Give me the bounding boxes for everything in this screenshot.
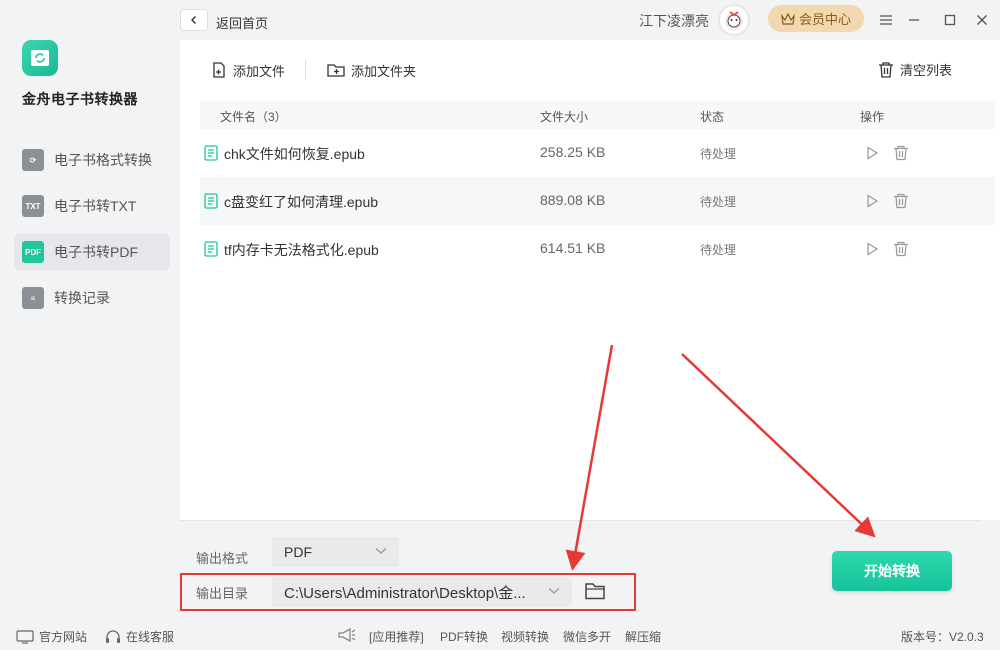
vip-label: 会员中心 <box>798 12 851 27</box>
add-file-icon <box>213 62 225 78</box>
sidebar-item-format-convert[interactable]: ⟳ 电子书格式转换 <box>14 142 170 178</box>
wechat-multi-link[interactable]: 微信多开 <box>563 628 611 645</box>
add-folder-icon <box>327 64 345 77</box>
add-folder-button[interactable]: 添加文件夹 <box>326 61 416 80</box>
sidebar-item-records[interactable]: ≡ 转换记录 <box>14 280 170 316</box>
clear-list-label: 清空列表 <box>900 63 953 78</box>
file-name: tf内存卡无法格式化.epub <box>224 242 379 258</box>
convert-icon: ⟳ <box>22 149 44 171</box>
file-status: 待处理 <box>700 195 737 209</box>
sidebar-item-label: 电子书转PDF <box>54 244 138 260</box>
output-dir-label: 输出目录 <box>196 586 249 601</box>
crown-icon <box>781 12 795 25</box>
file-size: 258.25 KB <box>540 144 606 160</box>
col-size: 文件大小 <box>540 110 589 124</box>
close-icon[interactable] <box>972 10 992 30</box>
sidebar-nav: ⟳ 电子书格式转换 TXT 电子书转TXT PDF 电子书转PDF ≡ 转换记录 <box>14 142 170 326</box>
add-file-button[interactable]: 添加文件 <box>210 61 285 80</box>
sidebar-item-label: 转换记录 <box>54 290 110 306</box>
sidebar-item-to-pdf[interactable]: PDF 电子书转PDF <box>14 234 170 270</box>
app-recommend-link[interactable]: [应用推荐] <box>369 628 424 645</box>
delete-icon[interactable] <box>893 241 909 257</box>
output-dir-select[interactable]: C:\Users\Administrator\Desktop\金... <box>272 577 572 607</box>
record-icon: ≡ <box>22 287 44 309</box>
toolbar-divider <box>305 60 307 80</box>
output-format-value: PDF <box>284 544 312 560</box>
add-file-label: 添加文件 <box>233 63 286 79</box>
unzip-link[interactable]: 解压缩 <box>625 628 661 645</box>
epub-file-icon <box>204 145 218 161</box>
epub-file-icon <box>204 241 218 257</box>
video-convert-link[interactable]: 视频转换 <box>501 628 549 645</box>
table-row[interactable]: tf内存卡无法格式化.epub 614.51 KB 待处理 <box>200 225 995 273</box>
monitor-icon <box>16 629 34 644</box>
chevron-down-icon <box>548 588 560 594</box>
delete-icon[interactable] <box>893 193 909 209</box>
file-name: c盘变红了如何清理.epub <box>224 194 379 210</box>
start-convert-button[interactable]: 开始转换 <box>832 551 952 591</box>
sidebar: 金舟电子书转换器 ⟳ 电子书格式转换 TXT 电子书转TXT PDF 电子书转P… <box>0 0 180 620</box>
play-icon[interactable] <box>865 146 879 160</box>
play-icon[interactable] <box>865 194 879 208</box>
back-button[interactable] <box>180 9 208 31</box>
version-label: 版本号：V2.0.3 <box>901 630 984 644</box>
add-folder-label: 添加文件夹 <box>351 63 417 79</box>
minimize-icon[interactable] <box>904 10 924 30</box>
chevron-down-icon <box>375 548 387 554</box>
support-label: 在线客服 <box>126 630 175 644</box>
sidebar-item-to-txt[interactable]: TXT 电子书转TXT <box>14 188 170 224</box>
play-icon[interactable] <box>865 242 879 256</box>
table-header: 文件名（3） 文件大小 状态 操作 <box>200 101 995 129</box>
pdf-icon: PDF <box>22 241 44 263</box>
col-actions: 操作 <box>860 110 885 124</box>
sidebar-item-label: 电子书格式转换 <box>54 152 152 168</box>
username: 江下凌漂亮 <box>639 13 709 29</box>
megaphone-icon <box>338 627 356 643</box>
folder-icon[interactable] <box>584 581 606 601</box>
file-name: chk文件如何恢复.epub <box>224 146 365 162</box>
website-label: 官方网站 <box>39 630 88 644</box>
table-row[interactable]: c盘变红了如何清理.epub 889.08 KB 待处理 <box>200 177 995 225</box>
output-format-label: 输出格式 <box>196 551 249 566</box>
avatar[interactable] <box>718 4 750 36</box>
file-size: 614.51 KB <box>540 240 606 256</box>
pdf-convert-link[interactable]: PDF转换 <box>440 628 488 645</box>
output-dir-value: C:\Users\Administrator\Desktop\金... <box>284 584 526 602</box>
titlebar: 返回首页 江下凌漂亮 会员中心 <box>180 0 1000 40</box>
col-name: 文件名（3） <box>220 110 287 124</box>
statusbar: 官方网站 在线客服 [应用推荐] PDF转换 视频转换 微信多开 解压缩 版本号… <box>0 620 1000 650</box>
vip-center-button[interactable]: 会员中心 <box>768 5 864 32</box>
back-label[interactable]: 返回首页 <box>216 13 268 32</box>
app-logo <box>22 40 58 76</box>
official-website-link[interactable]: 官方网站 <box>16 628 87 645</box>
chevron-left-icon <box>191 16 196 24</box>
epub-file-icon <box>204 193 218 209</box>
menu-icon[interactable] <box>876 10 896 30</box>
trash-icon <box>879 61 893 78</box>
clear-list-button[interactable]: 清空列表 <box>878 60 952 79</box>
file-toolbar: 添加文件 添加文件夹 <box>210 58 416 82</box>
sidebar-item-label: 电子书转TXT <box>54 198 137 214</box>
app-name: 金舟电子书转换器 <box>22 91 138 107</box>
delete-icon[interactable] <box>893 145 909 161</box>
output-format-select[interactable]: PDF <box>272 537 399 567</box>
file-status: 待处理 <box>700 243 737 257</box>
col-status: 状态 <box>700 110 725 124</box>
file-size: 889.08 KB <box>540 192 606 208</box>
online-support-link[interactable]: 在线客服 <box>105 628 174 645</box>
divider <box>180 520 980 521</box>
txt-icon: TXT <box>22 195 44 217</box>
maximize-icon[interactable] <box>940 10 960 30</box>
file-status: 待处理 <box>700 147 737 161</box>
table-row[interactable]: chk文件如何恢复.epub 258.25 KB 待处理 <box>200 129 995 177</box>
headset-icon <box>106 629 120 643</box>
